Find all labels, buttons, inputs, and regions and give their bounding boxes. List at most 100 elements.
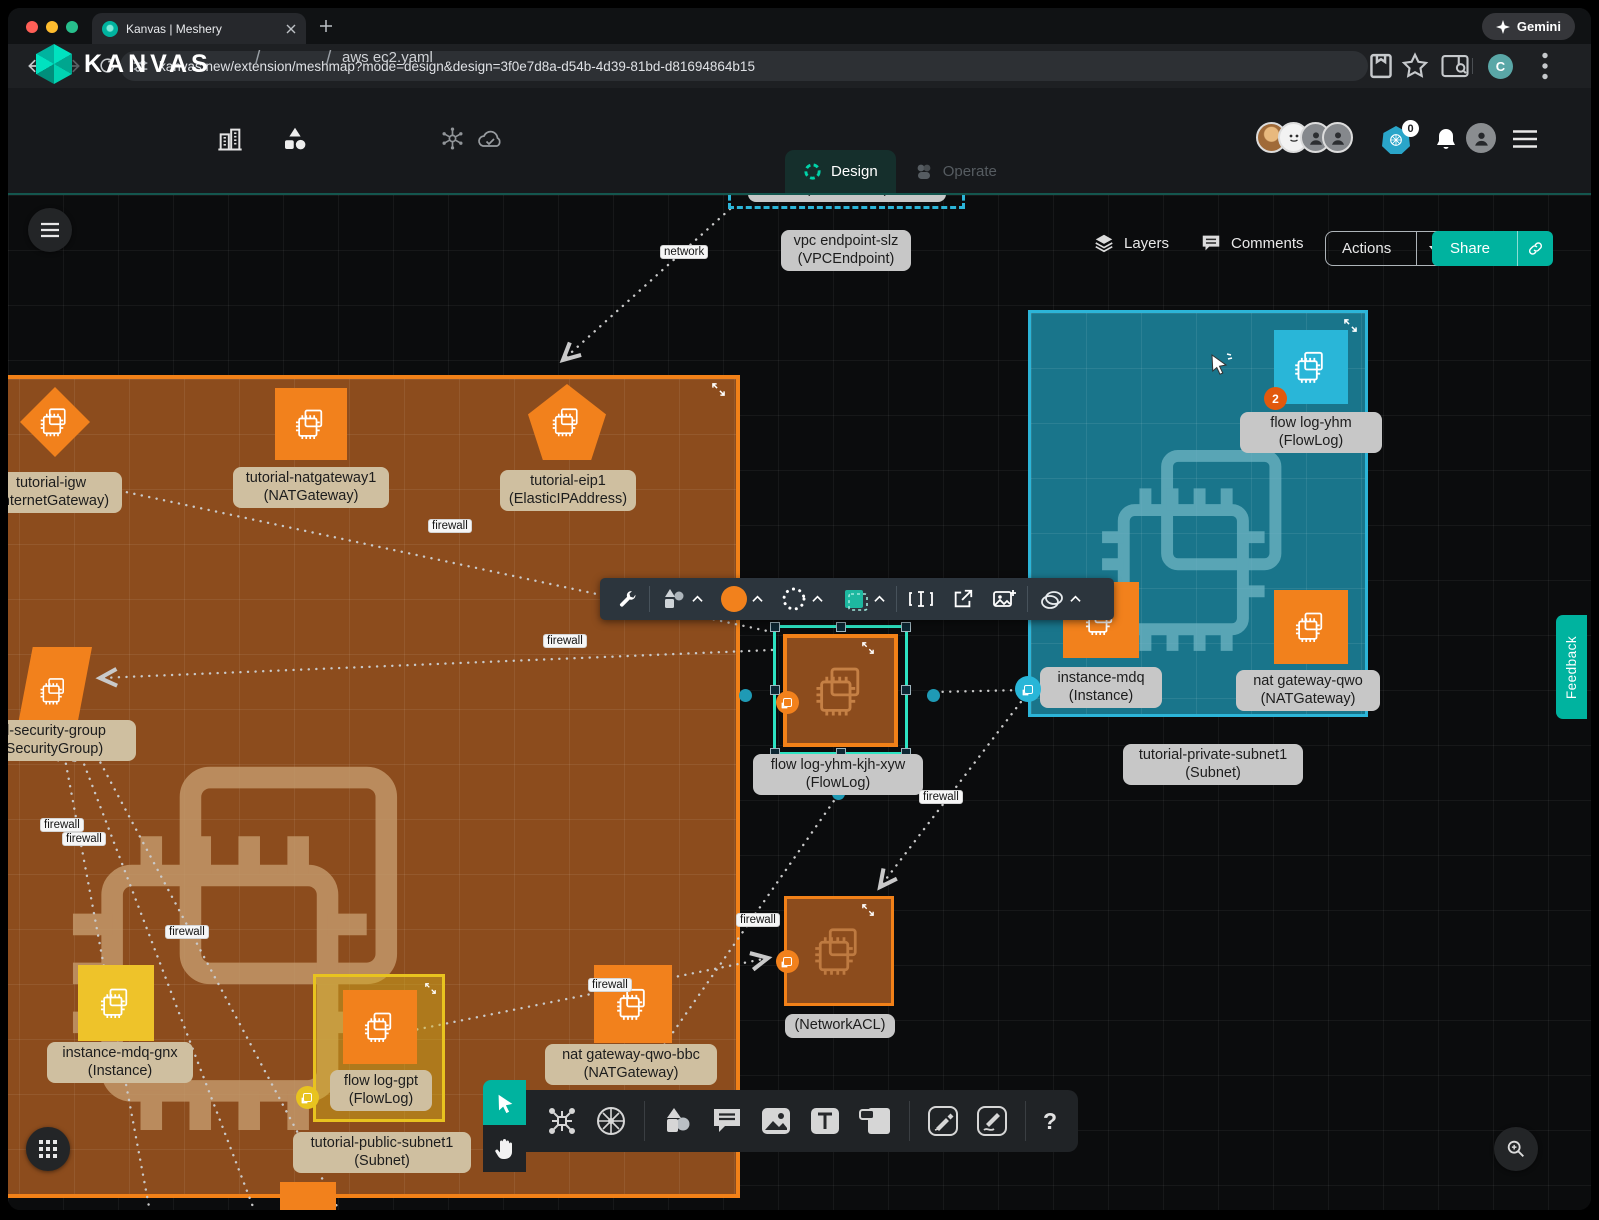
selected-node-expand-icon[interactable]: [862, 642, 874, 654]
subnet-port-badge[interactable]: [1015, 676, 1041, 702]
natgateway1-label[interactable]: tutorial-natgateway1(NATGateway): [233, 467, 389, 508]
tab-close-icon[interactable]: [286, 24, 296, 34]
port-dot-left[interactable]: [739, 689, 752, 702]
security-group-label[interactable]: al-security-group(SecurityGroup): [8, 720, 136, 761]
igw-label[interactable]: tutorial-igw(InternetGateway): [8, 472, 122, 513]
edge-network[interactable]: [563, 209, 730, 360]
eip1-label[interactable]: tutorial-eip1(ElasticIPAddress): [500, 470, 636, 511]
browser-tab[interactable]: Kanvas | Meshery: [92, 13, 306, 44]
pen-tool-icon[interactable]: [927, 1105, 959, 1137]
flowlog-yhm-count-badge[interactable]: 2: [1264, 387, 1287, 410]
traffic-lights[interactable]: [26, 20, 86, 38]
help-button[interactable]: ?: [1043, 1108, 1057, 1135]
minimize-window-icon[interactable]: [46, 21, 58, 33]
note-tool-icon[interactable]: [858, 1106, 892, 1136]
public-subnet-label[interactable]: tutorial-public-subnet1(Subnet): [293, 1132, 471, 1173]
share-button[interactable]: Share: [1432, 231, 1553, 266]
app-menu-icon[interactable]: [1512, 129, 1538, 149]
kubernetes-icon[interactable]: [440, 126, 465, 151]
kubernetes-tool-icon[interactable]: [595, 1105, 627, 1137]
text-tool-icon[interactable]: [809, 1106, 841, 1136]
collaborator-avatars[interactable]: [1256, 122, 1353, 153]
bookmark-star-icon[interactable]: [1400, 51, 1430, 81]
browser-profile-avatar[interactable]: C: [1488, 54, 1513, 79]
pan-tool-button[interactable]: [483, 1125, 526, 1172]
tools-wrench-button[interactable]: [610, 578, 645, 620]
chevron-up-icon[interactable]: [752, 595, 763, 603]
resize-handle-e[interactable]: [901, 685, 911, 695]
collaborator-avatar-2[interactable]: [1322, 122, 1353, 153]
tab-design[interactable]: Design: [785, 150, 896, 193]
layers-button[interactable]: Layers: [1093, 232, 1169, 254]
node-natgateway1[interactable]: [275, 388, 347, 460]
save-icon[interactable]: [1366, 51, 1396, 81]
share-link-icon[interactable]: [1517, 231, 1553, 266]
flowlog-yhm-label[interactable]: flow log-yhm(FlowLog): [1240, 412, 1382, 453]
user-avatar[interactable]: [1466, 123, 1496, 153]
add-image-button[interactable]: [985, 578, 1023, 620]
node-natgw-qwo[interactable]: [1274, 590, 1348, 664]
tab-operate[interactable]: Operate: [896, 150, 1015, 193]
instance-gnx-label[interactable]: instance-mdq-gnx(Instance): [47, 1042, 193, 1083]
flowlog-selected-label[interactable]: flow log-yhm-kjh-xyw(FlowLog): [753, 754, 923, 795]
maximize-window-icon[interactable]: [66, 21, 78, 33]
natgw-qwo-label[interactable]: nat gateway-qwo(NATGateway): [1236, 670, 1380, 711]
url-bar[interactable]: kanvas.new/extension/meshmap?mode=design…: [120, 51, 1368, 81]
resize-handle-n[interactable]: [836, 622, 846, 632]
kanvas-logo[interactable]: KANVAS: [36, 44, 212, 84]
node-natgw-bbc[interactable]: [594, 965, 672, 1043]
private-subnet-label[interactable]: tutorial-private-subnet1(Subnet): [1123, 744, 1303, 785]
chevron-up-icon[interactable]: [874, 595, 885, 603]
node-networkacl[interactable]: [784, 896, 894, 1006]
subnet-expand-icon[interactable]: [1344, 319, 1357, 332]
workspace-shapes-icon[interactable]: [280, 124, 310, 154]
open-in-new-button[interactable]: [945, 578, 981, 620]
border-style-button[interactable]: [774, 578, 830, 620]
chevron-up-icon[interactable]: [1070, 595, 1081, 603]
flowlog-gpt-expand-icon[interactable]: [425, 983, 436, 994]
chevron-up-icon[interactable]: [812, 595, 823, 603]
browser-menu-icon[interactable]: [1530, 51, 1560, 81]
vpc-endpoint-label[interactable]: vpc endpoint-slz(VPCEndpoint): [781, 230, 911, 271]
group-style-button[interactable]: [1032, 578, 1088, 620]
notifications-bell-icon[interactable]: [1434, 127, 1458, 153]
networkacl-badge[interactable]: [776, 950, 799, 973]
resize-handle-nw[interactable]: [770, 622, 780, 632]
port-dot-right[interactable]: [927, 689, 940, 702]
select-tool-button[interactable]: [483, 1080, 526, 1125]
shapes-palette-icon[interactable]: [662, 1106, 694, 1136]
freehand-tool-icon[interactable]: [976, 1105, 1008, 1137]
shapes-tool-button[interactable]: [654, 578, 710, 620]
selected-node-badge[interactable]: [776, 691, 799, 714]
vpc-expand-icon[interactable]: [712, 383, 725, 396]
networkacl-expand-icon[interactable]: [862, 904, 874, 916]
color-tool-button[interactable]: [714, 578, 770, 620]
instance-mdq-label[interactable]: instance-mdq(Instance): [1040, 667, 1162, 708]
gemini-button[interactable]: Gemini: [1482, 13, 1575, 40]
routetable-label[interactable]: (RouteTable): [748, 193, 946, 202]
rename-button[interactable]: [901, 578, 941, 620]
node-partial-bottom[interactable]: [280, 1182, 336, 1210]
flowlog-gpt-label[interactable]: flow log-gpt(FlowLog): [330, 1070, 432, 1111]
cloud-sync-icon[interactable]: [476, 127, 504, 151]
node-instance-gnx[interactable]: [78, 965, 154, 1041]
feedback-tab[interactable]: Feedback: [1556, 615, 1587, 719]
organization-icon[interactable]: [216, 125, 244, 153]
shape-fill-button[interactable]: [834, 578, 892, 620]
comment-tool-icon[interactable]: [711, 1106, 743, 1136]
components-tool-icon[interactable]: [546, 1105, 578, 1137]
edge-port-link[interactable]: [935, 690, 1024, 692]
chevron-up-icon[interactable]: [692, 595, 703, 603]
new-tab-icon[interactable]: [320, 20, 332, 32]
design-file-name[interactable]: aws ec2.yaml: [342, 49, 433, 66]
image-tool-icon[interactable]: [760, 1106, 792, 1136]
networkacl-label[interactable]: (NetworkACL): [785, 1014, 895, 1038]
design-canvas[interactable]: (RouteTable) vpc endpoint-slz(VPCEndpoin…: [8, 193, 1591, 1210]
close-window-icon[interactable]: [26, 21, 38, 33]
flowlog-gpt-badge[interactable]: [296, 1086, 319, 1109]
side-panel-search-icon[interactable]: [1440, 51, 1470, 81]
resize-handle-ne[interactable]: [901, 622, 911, 632]
edge-firewall-2[interactable]: [100, 650, 772, 678]
node-flowlog-selected[interactable]: [783, 634, 898, 747]
comments-button[interactable]: Comments: [1200, 232, 1304, 254]
